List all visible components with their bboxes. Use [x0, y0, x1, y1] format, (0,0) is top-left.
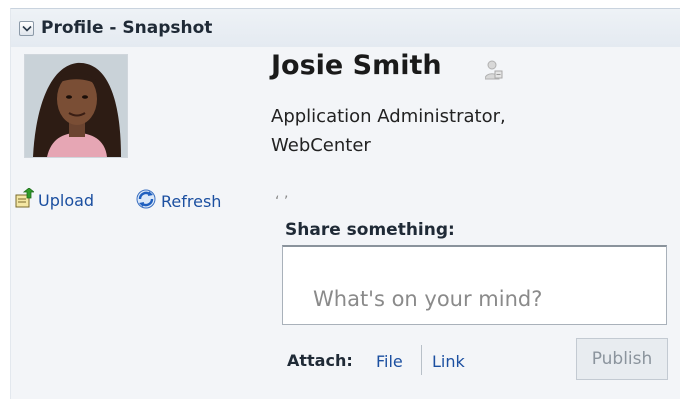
panel-title: Profile - Snapshot [41, 18, 213, 38]
upload-link[interactable]: Upload [14, 187, 95, 212]
offline-person-icon [484, 60, 503, 84]
user-name[interactable]: Josie Smith [271, 50, 442, 81]
attach-link-link[interactable]: Link [432, 352, 465, 371]
user-photo [25, 55, 127, 157]
refresh-label: Refresh [161, 191, 222, 211]
upload-icon [14, 187, 36, 212]
refresh-icon [135, 188, 157, 214]
avatar [24, 54, 128, 158]
share-input[interactable] [282, 245, 667, 325]
publish-button[interactable]: Publish [576, 338, 668, 380]
profile-snapshot-panel: Profile - Snapshot Upload Refresh Josie … [10, 8, 680, 399]
attach-file-link[interactable]: File [376, 352, 403, 371]
chevron-down-icon [22, 25, 32, 32]
collapse-button[interactable] [19, 21, 34, 36]
upload-label: Upload [38, 190, 95, 210]
share-label: Share something: [285, 220, 455, 240]
status-message[interactable]: ‘ ’ [275, 194, 288, 210]
attach-separator [421, 345, 422, 375]
user-job-title: Application Administrator, WebCenter [271, 106, 506, 156]
panel-header: Profile - Snapshot [11, 9, 680, 47]
refresh-link[interactable]: Refresh [135, 188, 221, 214]
attach-label: Attach: [287, 351, 353, 370]
